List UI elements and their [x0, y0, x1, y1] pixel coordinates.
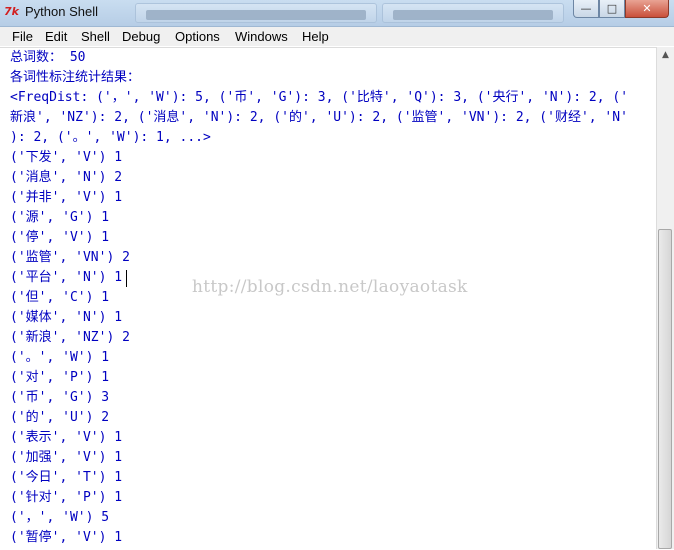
shell-output-line: ('监管', 'VN') 2	[10, 250, 130, 265]
menu-help-label: Help	[302, 29, 329, 44]
vertical-scrollbar[interactable]: ▲	[656, 47, 674, 549]
menu-help[interactable]: Help	[302, 29, 329, 44]
minimize-button[interactable]: —	[573, 0, 599, 18]
background-window-tab[interactable]	[135, 3, 377, 23]
menu-bar: File Edit Shell Debug Options Windows He…	[0, 27, 674, 46]
shell-output-line: ('暂停', 'V') 1	[10, 530, 123, 545]
shell-output-line: ('平台', 'N') 1	[10, 270, 123, 285]
maximize-button[interactable]: □	[599, 0, 625, 18]
shell-output-line: ('并非', 'V') 1	[10, 190, 123, 205]
menu-edit-label: Edit	[45, 29, 68, 44]
text-cursor	[126, 270, 127, 287]
menu-file-label: File	[12, 29, 33, 44]
watermark: http://blog.csdn.net/laoyaotask	[192, 277, 468, 297]
shell-output-line: 各词性标注统计结果：	[10, 70, 141, 85]
scrollbar-thumb[interactable]	[658, 229, 672, 549]
shell-text-area[interactable]: http://blog.csdn.net/laoyaotask 总词数： 50 各…	[0, 47, 656, 550]
shell-output-line: ('媒体', 'N') 1	[10, 310, 123, 325]
shell-output-line: ('币', 'G') 3	[10, 390, 110, 405]
menu-edit[interactable]: Edit	[45, 29, 67, 44]
python-logo-icon: 7k	[4, 5, 19, 18]
menu-debug[interactable]: Debug	[122, 29, 160, 44]
close-button[interactable]: ✕	[625, 0, 669, 18]
menu-file[interactable]: File	[12, 29, 33, 44]
scroll-up-arrow-icon[interactable]: ▲	[657, 47, 674, 64]
shell-output-line: 新浪', 'NZ'): 2, ('消息', 'N'): 2, ('的', 'U'…	[10, 110, 628, 125]
shell-output-line: ('消息', 'N') 2	[10, 170, 123, 185]
shell-output-line: ('但', 'C') 1	[10, 290, 110, 305]
shell-output-line: ('表示', 'V') 1	[10, 430, 123, 445]
menu-options-label: Options	[175, 29, 220, 44]
shell-output-line: <FreqDist: ('，', 'W'): 5, ('币', 'G'): 3,…	[10, 90, 629, 105]
shell-output-line: ('加强', 'V') 1	[10, 450, 123, 465]
shell-output-line: ('对', 'P') 1	[10, 370, 110, 385]
shell-output-line: 总词数： 50	[10, 50, 86, 65]
menu-shell-label: Shell	[81, 29, 110, 44]
menu-shell[interactable]: Shell	[81, 29, 110, 44]
menu-options[interactable]: Options	[175, 29, 220, 44]
title-bar[interactable]: 7k Python Shell — □ ✕	[0, 0, 674, 27]
shell-output-line: ('停', 'V') 1	[10, 230, 110, 245]
shell-output-line: ('的', 'U') 2	[10, 410, 110, 425]
shell-output-line: ('下发', 'V') 1	[10, 150, 123, 165]
shell-output-line: ('源', 'G') 1	[10, 210, 110, 225]
menu-debug-label: Debug	[122, 29, 161, 44]
menu-windows-label: Windows	[235, 29, 288, 44]
shell-output-line: ): 2, ('。', 'W'): 1, ...>	[10, 130, 211, 145]
background-window-tab[interactable]	[382, 3, 564, 23]
shell-output-line: ('，', 'W') 5	[10, 510, 110, 525]
shell-output-line: ('针对', 'P') 1	[10, 490, 123, 505]
window-title: Python Shell	[25, 4, 98, 19]
shell-output-line: ('。', 'W') 1	[10, 350, 110, 365]
shell-output-line: ('今日', 'T') 1	[10, 470, 123, 485]
shell-output-line: ('新浪', 'NZ') 2	[10, 330, 130, 345]
menu-windows[interactable]: Windows	[235, 29, 288, 44]
